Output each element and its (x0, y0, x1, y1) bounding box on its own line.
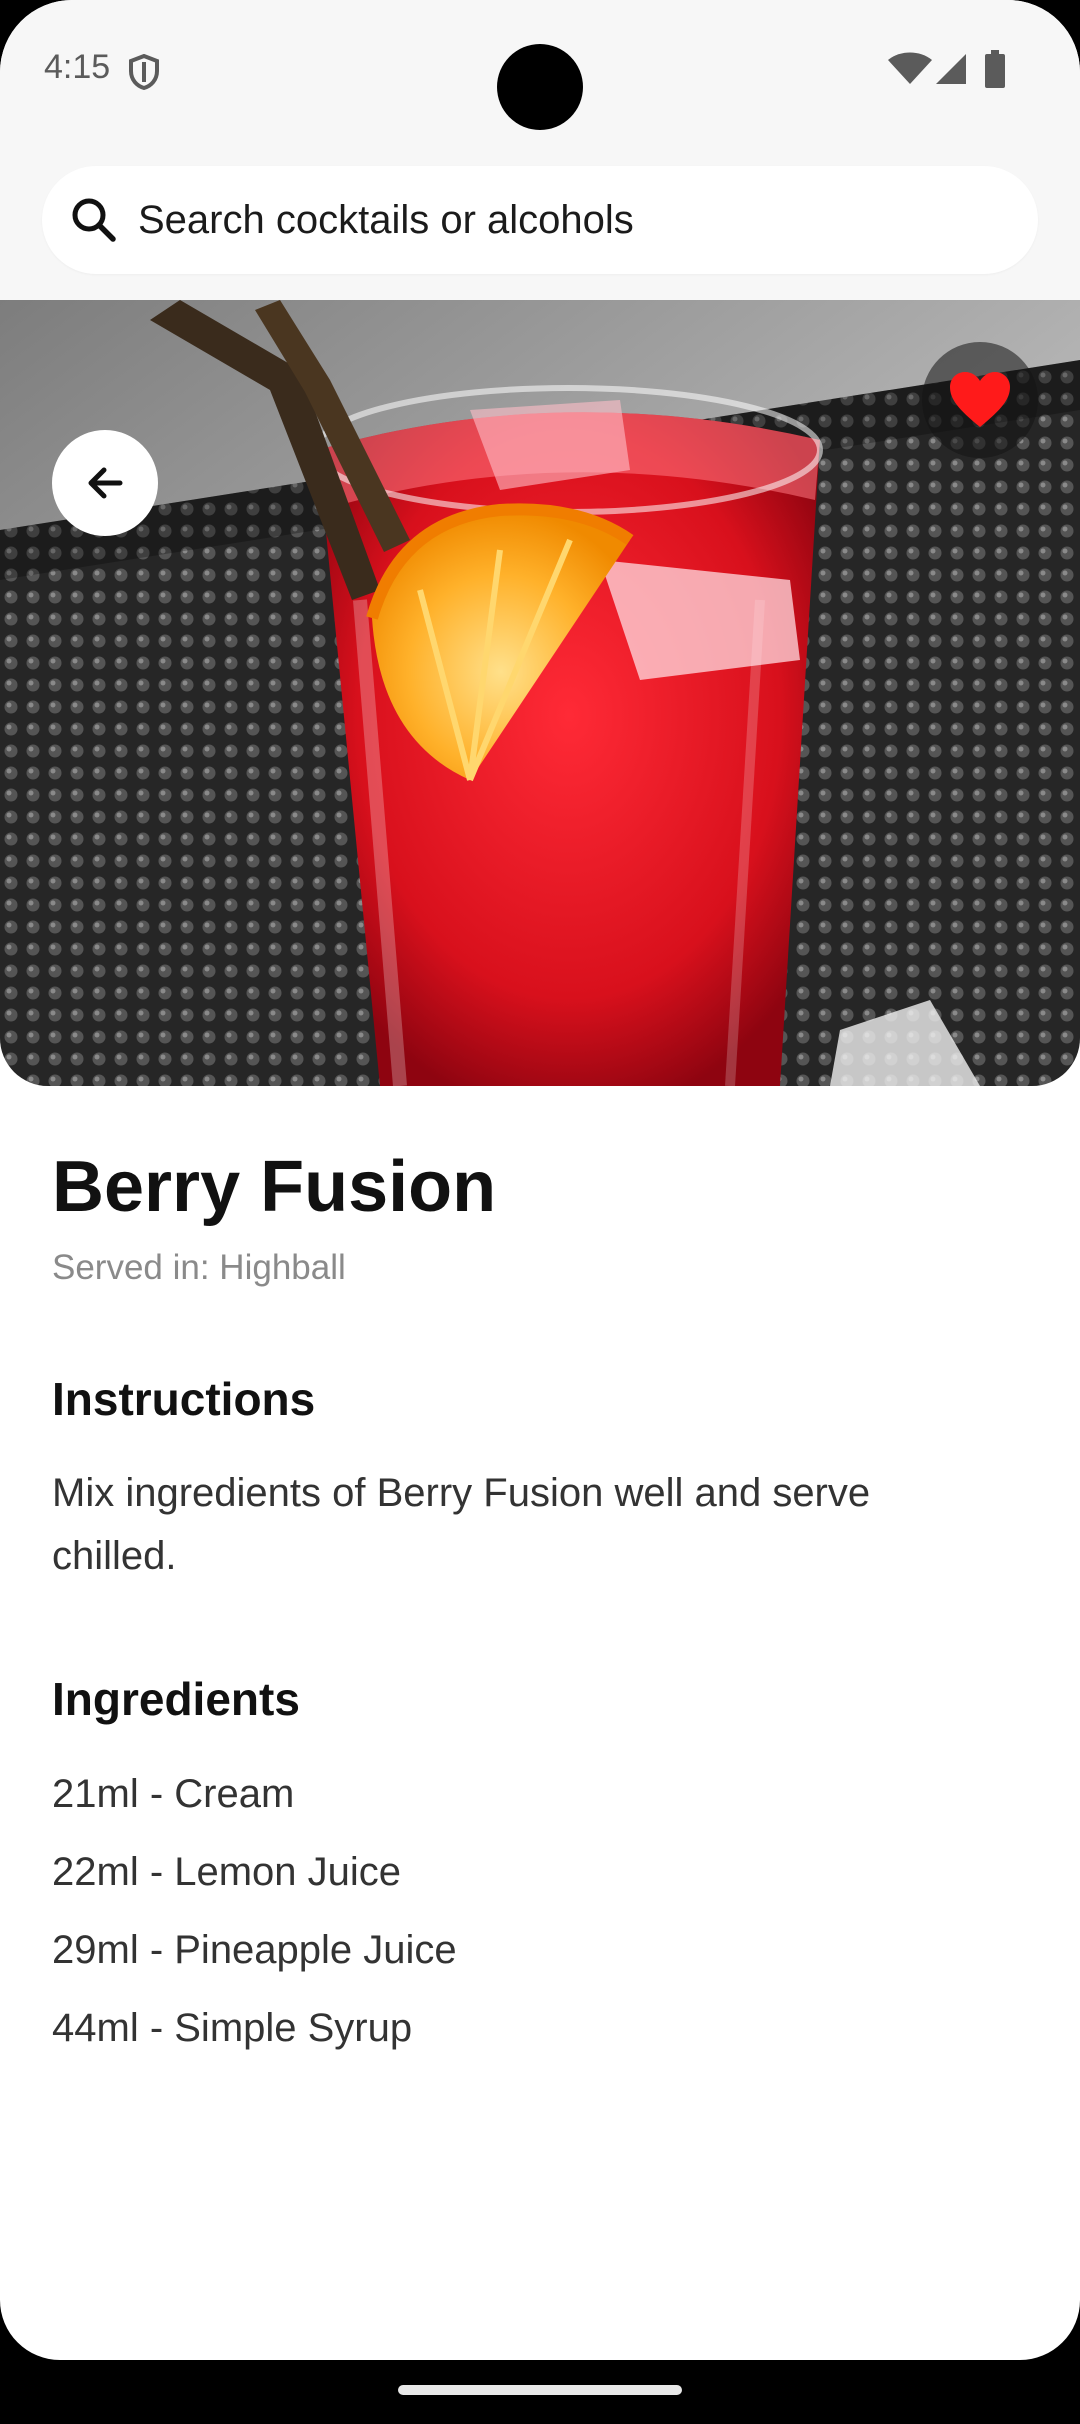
drink-title: Berry Fusion (52, 1147, 497, 1227)
search-input[interactable] (138, 166, 998, 274)
back-button[interactable] (52, 430, 158, 536)
instructions-heading: Instructions (52, 1373, 316, 1425)
heart-icon (950, 372, 1010, 427)
ingredients-heading: Ingredients (52, 1673, 300, 1725)
served-in-label: Served in: Highball (52, 1248, 346, 1287)
wifi-icon (888, 52, 932, 84)
ingredient-item: 44ml - Simple Syrup (52, 2006, 413, 2050)
signal-icon (936, 54, 966, 84)
status-time: 4:15 (44, 48, 111, 86)
arrow-left-icon (88, 467, 123, 499)
ingredient-item: 22ml - Lemon Juice (52, 1850, 402, 1894)
home-indicator[interactable] (398, 2385, 682, 2395)
camera-cutout (497, 44, 583, 130)
cocktail-image (0, 300, 1080, 1086)
ingredient-item: 21ml - Cream (52, 1772, 295, 1816)
battery-icon (985, 50, 1005, 88)
app-screen: 4:15 Search cocktails or alcohols Berry … (0, 0, 1080, 2360)
instructions-text: Mix ingredients of Berry Fusion well and… (52, 1471, 871, 1578)
shield-icon (129, 54, 159, 90)
top-area: 4:15 (0, 0, 1080, 300)
status-bar: 4:15 (0, 0, 1080, 140)
search-icon[interactable] (68, 194, 120, 246)
ingredient-item: 29ml - Pineapple Juice (52, 1928, 457, 1972)
cocktail-photo (0, 300, 1080, 1086)
favorite-button[interactable] (922, 342, 1038, 458)
search-bar[interactable] (42, 166, 1038, 274)
